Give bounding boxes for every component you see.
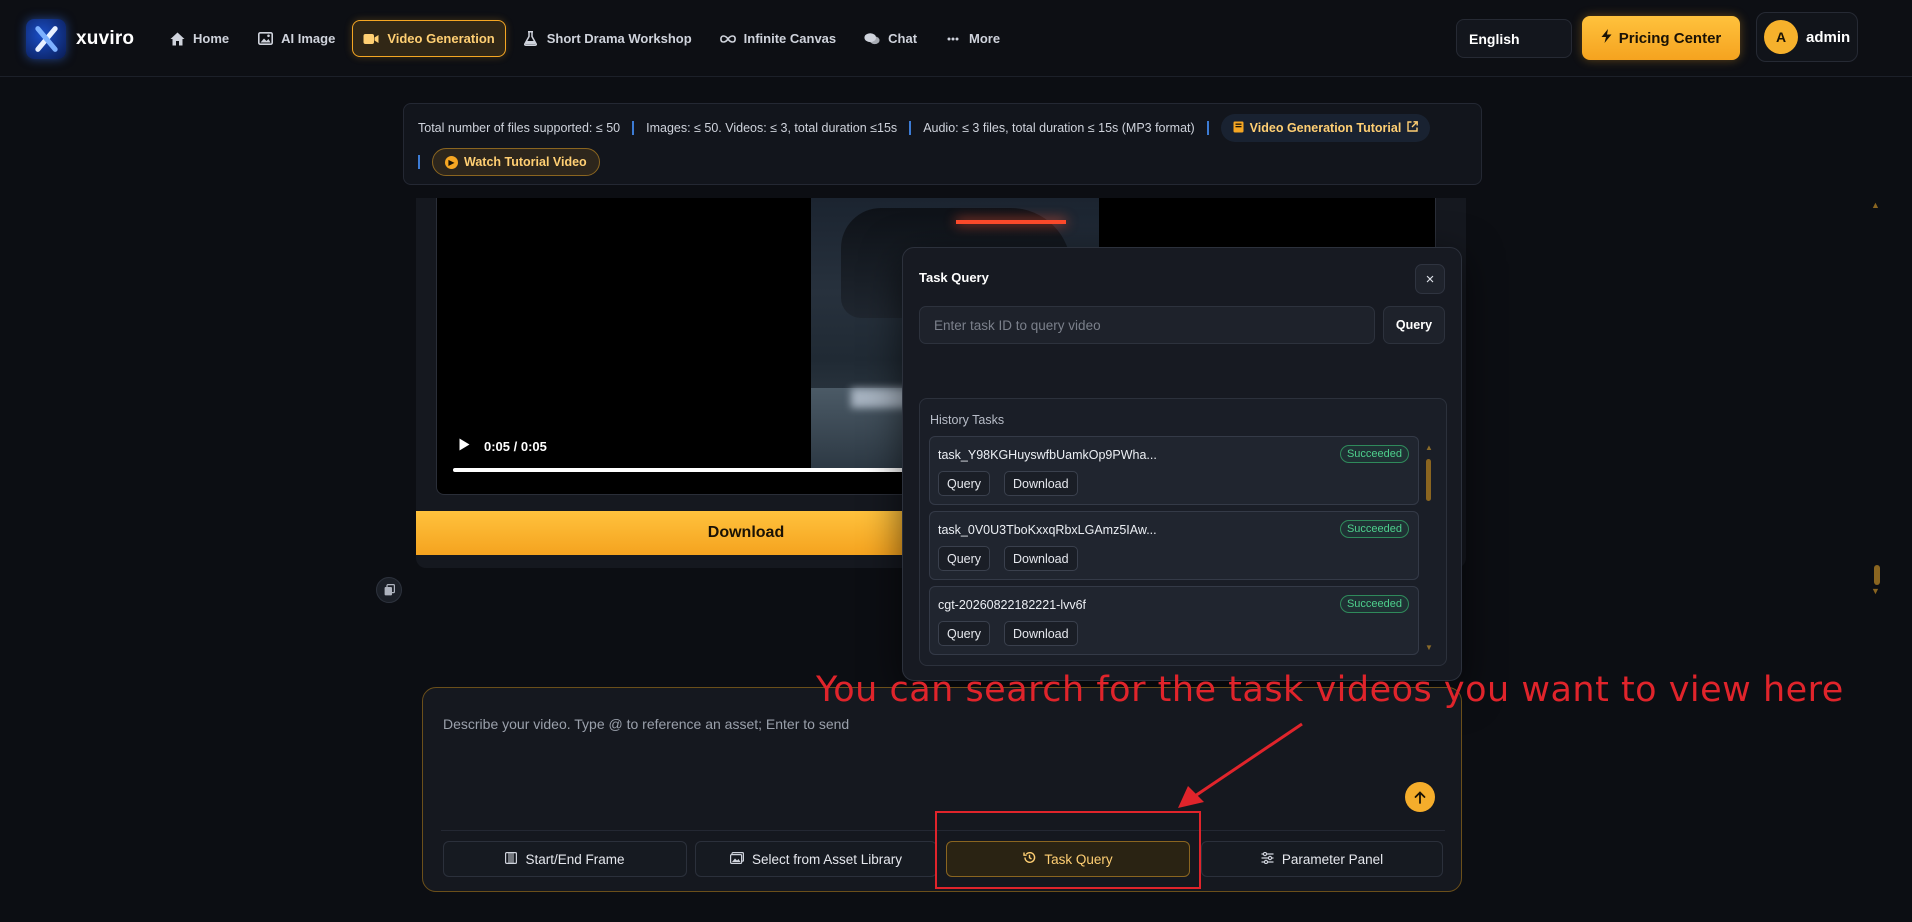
video-camera-icon [363, 31, 379, 47]
nav-item-label: More [969, 31, 1001, 46]
separator [632, 121, 635, 135]
nav-item-label: Home [193, 31, 230, 46]
annotation-highlight-box [935, 811, 1201, 889]
separator [418, 155, 420, 169]
query-button[interactable]: Query [1383, 306, 1445, 344]
page-scrollbar-thumb[interactable] [1874, 565, 1880, 585]
nav-item-label: Video Generation [387, 31, 495, 46]
chat-bubbles-icon [864, 31, 880, 47]
nav-item-label: Short Drama Workshop [546, 31, 692, 46]
pricing-center-button[interactable]: Pricing Center [1582, 16, 1740, 60]
more-dots-icon [945, 31, 961, 47]
copy-icon[interactable] [376, 577, 402, 603]
nav-item-home[interactable]: Home [158, 20, 240, 57]
images-icon [729, 851, 744, 867]
send-button[interactable] [1405, 782, 1435, 812]
task-query-button[interactable]: Query [938, 471, 991, 496]
watch-tutorial-video-button[interactable]: ▶ Watch Tutorial Video [432, 148, 600, 176]
scrollbar-thumb[interactable] [1426, 459, 1431, 501]
user-menu[interactable]: A admin [1756, 12, 1858, 62]
status-badge: Succeeded [1339, 445, 1409, 463]
task-id: task_Y98KGHuyswfbUamkOp9PWha... [938, 448, 1157, 462]
history-scrollbar[interactable]: ▲ ▼ [1424, 443, 1434, 653]
task-id: cgt-20260822182221-lvv6f [938, 598, 1087, 612]
history-tasks-list: History Tasks task_Y98KGHuyswfbUamkOp9PW… [919, 398, 1447, 666]
home-icon [169, 31, 185, 47]
film-icon [505, 851, 518, 867]
video-generation-tutorial-link[interactable]: Video Generation Tutorial [1220, 114, 1431, 142]
video-time: 0:05 / 0:05 [484, 438, 547, 454]
close-icon[interactable]: × [1415, 264, 1445, 294]
start-end-frame-button[interactable]: Start/End Frame [443, 841, 687, 877]
language-select[interactable]: English [1456, 19, 1572, 58]
pricing-center-label: Pricing Center [1618, 29, 1722, 47]
task-query-button[interactable]: Query [938, 621, 991, 646]
status-badge: Succeeded [1339, 520, 1409, 538]
nav-item-short-drama-workshop[interactable]: Short Drama Workshop [512, 20, 703, 57]
nav-item-video-generation[interactable]: Video Generation [352, 20, 506, 57]
lightning-icon [1601, 29, 1612, 47]
x-logo-icon [26, 19, 66, 59]
task-query-button[interactable]: Query [938, 546, 991, 571]
nav-item-label: Infinite Canvas [743, 31, 837, 46]
select-from-asset-library-button[interactable]: Select from Asset Library [695, 841, 937, 877]
tool-label: Parameter Panel [1281, 851, 1384, 867]
annotation-arrow-icon [1178, 722, 1303, 808]
nav-item-more[interactable]: More [934, 20, 1011, 57]
tool-label: Start/End Frame [525, 851, 625, 867]
page-scroll-up-icon[interactable]: ▲ [1871, 200, 1880, 210]
tutorial-link-label: Video Generation Tutorial [1249, 121, 1402, 135]
list-item: task_0V0U3TboKxxqRbxLGAmz5IAw... Succeed… [929, 511, 1419, 580]
video-progress-bar[interactable] [453, 468, 933, 472]
brand-name: xuviro [76, 28, 135, 49]
nav-item-label: AI Image [281, 31, 336, 46]
avatar: A [1764, 20, 1798, 54]
nav-item-label: Chat [888, 31, 918, 46]
parameter-panel-button[interactable]: Parameter Panel [1201, 841, 1443, 877]
scroll-up-icon[interactable]: ▲ [1425, 443, 1433, 452]
nav-item-infinite-canvas[interactable]: Infinite Canvas [709, 20, 847, 57]
task-query-title: Task Query [919, 270, 989, 285]
flask-icon [523, 31, 539, 47]
images-videos-limit-text: Images: ≤ 50. Videos: ≤ 3, total duratio… [646, 121, 898, 135]
upload-limits-info-bar: Total number of files supported: ≤ 50 Im… [403, 103, 1482, 185]
list-item: task_Y98KGHuyswfbUamkOp9PWha... Succeede… [929, 436, 1419, 505]
main-nav: Home AI Image Video Generation Short Dra… [158, 20, 1011, 57]
task-query-panel: Task Query × Query History Tasks task_Y9… [902, 247, 1462, 681]
top-navigation-bar: xuviro Home AI Image Video Generation Sh… [0, 0, 1912, 77]
sliders-icon [1261, 851, 1274, 867]
image-icon [257, 31, 273, 47]
audio-limit-text: Audio: ≤ 3 files, total duration ≤ 15s (… [923, 121, 1195, 135]
infinity-icon [719, 31, 736, 47]
external-link-icon [1407, 121, 1419, 135]
annotation-callout-text: You can search for the task videos you w… [816, 670, 1844, 710]
task-id-input[interactable] [919, 306, 1375, 344]
tool-label: Select from Asset Library [751, 851, 903, 867]
page-scroll-down-icon[interactable]: ▼ [1871, 586, 1880, 596]
nav-item-ai-image[interactable]: AI Image [246, 20, 346, 57]
nav-item-chat[interactable]: Chat [853, 20, 928, 57]
list-item: cgt-20260822182221-lvv6f Succeeded Query… [929, 586, 1419, 655]
play-circle-icon: ▶ [445, 155, 458, 169]
user-name: admin [1806, 28, 1851, 46]
separator [1206, 121, 1209, 135]
files-limit-text: Total number of files supported: ≤ 50 [418, 121, 621, 135]
task-download-button[interactable]: Download [1004, 471, 1078, 496]
history-tasks-title: History Tasks [930, 413, 1005, 427]
brand-logo[interactable]: xuviro [26, 19, 134, 59]
task-download-button[interactable]: Download [1004, 621, 1078, 646]
task-download-button[interactable]: Download [1004, 546, 1078, 571]
separator [909, 121, 912, 135]
scroll-down-icon[interactable]: ▼ [1425, 643, 1433, 652]
watch-tutorial-label: Watch Tutorial Video [464, 155, 587, 169]
play-button[interactable] [459, 438, 470, 454]
task-id: task_0V0U3TboKxxqRbxLGAmz5IAw... [938, 523, 1157, 537]
status-badge: Succeeded [1339, 595, 1409, 613]
book-icon [1233, 121, 1244, 136]
